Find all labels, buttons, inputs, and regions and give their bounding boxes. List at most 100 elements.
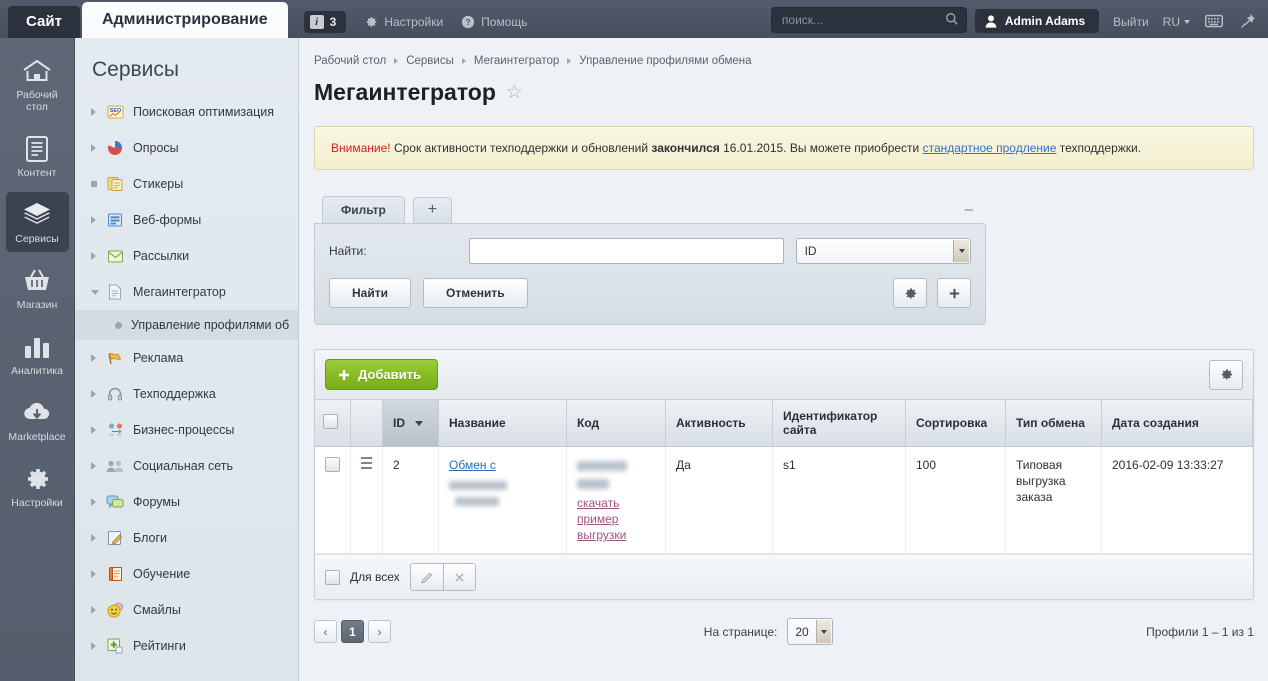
header-select-all[interactable] xyxy=(315,400,351,447)
header-col-created[interactable]: Дата создания xyxy=(1101,400,1253,447)
profile-name-link[interactable]: Обмен с xyxy=(449,458,496,472)
add-profile-button[interactable]: Добавить xyxy=(325,359,438,390)
star-icon[interactable]: ☆ xyxy=(506,81,523,104)
extend-support-link[interactable]: стандартное продление xyxy=(923,141,1057,155)
search-icon[interactable] xyxy=(945,12,959,26)
sidebar-item-webforms[interactable]: Веб-формы xyxy=(75,202,298,238)
tab-filter[interactable]: Фильтр xyxy=(322,196,405,223)
bulk-edit-button[interactable] xyxy=(410,564,443,590)
chevron-right-icon[interactable] xyxy=(91,462,105,470)
keyboard-shortcuts-button[interactable] xyxy=(1204,12,1224,30)
filter-cancel-button[interactable]: Отменить xyxy=(422,278,528,308)
table-head: ID Название Код Активность Идентификатор… xyxy=(315,400,1253,447)
settings-link[interactable]: Настройки xyxy=(364,15,443,29)
download-sample-link-3[interactable]: выгрузки xyxy=(577,527,655,543)
filter-search-button[interactable]: Найти xyxy=(329,278,411,308)
add-filter-tab-button[interactable]: + xyxy=(412,197,453,223)
rail-item-analytics[interactable]: Аналитика xyxy=(6,324,69,384)
sidebar-item-blogs[interactable]: Блоги xyxy=(75,520,298,556)
chevron-right-icon[interactable] xyxy=(91,354,105,362)
sidebar-item-polls[interactable]: Опросы xyxy=(75,130,298,166)
sidebar-item-exchange-profiles[interactable]: Управление профилями об xyxy=(75,310,298,340)
header-col-name[interactable]: Название xyxy=(438,400,567,447)
rail-item-desktop[interactable]: Рабочий стол xyxy=(6,48,69,120)
breadcrumb-item-1[interactable]: Сервисы xyxy=(406,55,454,67)
sidebar-item-newsletters[interactable]: Рассылки xyxy=(75,238,298,274)
chevron-right-icon[interactable] xyxy=(91,252,105,260)
sidebar-item-advertising[interactable]: Реклама xyxy=(75,340,298,376)
grid-toolbar: Добавить xyxy=(315,350,1253,400)
global-search[interactable] xyxy=(770,7,967,33)
row-menu-icon[interactable] xyxy=(361,457,372,469)
row-select-cell[interactable] xyxy=(315,446,351,554)
search-input[interactable] xyxy=(770,7,967,33)
filter-field-value: ID xyxy=(804,244,817,258)
footer-select-all-checkbox[interactable] xyxy=(325,569,340,585)
header-col-code[interactable]: Код xyxy=(566,400,666,447)
header-col-id[interactable]: ID xyxy=(382,400,439,447)
download-sample-link-1[interactable]: скачать xyxy=(577,495,655,511)
sidebar-item-forums[interactable]: Форумы xyxy=(75,484,298,520)
current-page-button[interactable]: 1 xyxy=(341,620,364,643)
sidebar-item-smiles[interactable]: Смайлы xyxy=(75,592,298,628)
rail-item-content[interactable]: Контент xyxy=(6,126,69,186)
header-col-sort[interactable]: Сортировка xyxy=(905,400,1006,447)
language-selector[interactable]: RU xyxy=(1163,15,1190,29)
notifications-button[interactable]: i 3 xyxy=(303,11,347,33)
chevron-right-icon[interactable] xyxy=(91,606,105,614)
select-all-checkbox[interactable] xyxy=(323,414,338,429)
chevron-right-icon[interactable] xyxy=(91,108,105,116)
filter-settings-button[interactable] xyxy=(893,278,927,308)
rail-item-services[interactable]: Сервисы xyxy=(5,192,69,252)
sidebar-item-megaintegrator[interactable]: Мегаинтегратор xyxy=(75,274,298,310)
chevron-right-icon[interactable] xyxy=(91,642,105,650)
download-sample-link-2[interactable]: пример xyxy=(577,511,655,527)
tab-admin[interactable]: Администрирование xyxy=(81,2,288,38)
next-page-button[interactable]: › xyxy=(368,620,391,643)
breadcrumb-item-3[interactable]: Управление профилями обмена xyxy=(579,55,751,67)
sidebar-item-learning[interactable]: Обучение xyxy=(75,556,298,592)
rail-item-shop[interactable]: Магазин xyxy=(6,258,69,318)
rail-item-marketplace[interactable]: Marketplace xyxy=(6,390,69,450)
row-actions-cell[interactable] xyxy=(350,446,383,554)
chevron-right-icon[interactable] xyxy=(91,216,105,224)
user-menu-button[interactable]: Admin Adams xyxy=(974,9,1100,33)
sidebar-item-social-network[interactable]: Социальная сеть xyxy=(75,448,298,484)
chevron-right-icon[interactable] xyxy=(91,390,105,398)
chevron-right-icon[interactable] xyxy=(91,534,105,542)
sidebar-item-business-processes[interactable]: Бизнес-процессы xyxy=(75,412,298,448)
collapse-filter-button[interactable]: – xyxy=(965,202,973,217)
sidebar-item-ratings[interactable]: Рейтинги xyxy=(75,628,298,664)
chevron-down-icon[interactable] xyxy=(816,620,832,643)
sidebar-item-stickers[interactable]: Стикеры xyxy=(75,166,298,202)
breadcrumb-item-0[interactable]: Рабочий стол xyxy=(314,55,386,67)
prev-page-button[interactable]: ‹ xyxy=(314,620,337,643)
chevron-right-icon[interactable] xyxy=(91,498,105,506)
filter-add-button[interactable] xyxy=(937,278,971,308)
chevron-right-icon[interactable] xyxy=(91,144,105,152)
pin-panel-button[interactable] xyxy=(1238,12,1258,30)
chevron-right-icon[interactable] xyxy=(91,570,105,578)
grid-settings-button[interactable] xyxy=(1209,359,1243,390)
header-col-active[interactable]: Активность xyxy=(665,400,773,447)
row-checkbox[interactable] xyxy=(325,457,340,472)
table-row[interactable]: 2 Обмен с скачать пример выгрузки Да s1 … xyxy=(315,446,1253,554)
breadcrumb-item-2[interactable]: Мегаинтегратор xyxy=(474,55,559,67)
logout-link[interactable]: Выйти xyxy=(1113,15,1149,29)
rail-item-settings[interactable]: Настройки xyxy=(6,456,69,516)
header-col-site-id[interactable]: Идентификатор сайта xyxy=(772,400,906,447)
chevron-right-icon[interactable] xyxy=(91,426,105,434)
chevron-down-icon[interactable] xyxy=(91,289,105,295)
tab-site[interactable]: Сайт xyxy=(8,6,80,38)
bulk-delete-button[interactable] xyxy=(442,564,475,590)
filter-tabs: Фильтр + xyxy=(314,195,986,223)
language-label: RU xyxy=(1162,15,1180,29)
sidebar-item-seo[interactable]: SEO Поисковая оптимизация xyxy=(75,94,298,130)
sidebar-item-support[interactable]: Техподдержка xyxy=(75,376,298,412)
per-page-select[interactable]: 20 xyxy=(787,618,834,645)
chevron-down-icon[interactable] xyxy=(953,240,969,262)
header-col-exchange-type[interactable]: Тип обмена xyxy=(1005,400,1102,447)
help-link[interactable]: ? Помощь xyxy=(461,15,528,29)
filter-field-select[interactable]: ID xyxy=(795,238,971,264)
filter-find-input[interactable] xyxy=(468,238,784,264)
